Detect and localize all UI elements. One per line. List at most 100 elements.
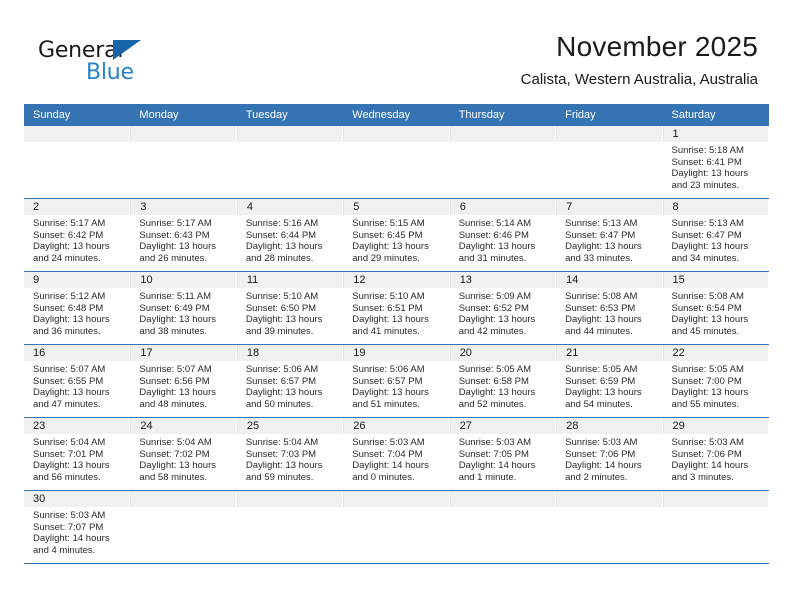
page-subtitle: Calista, Western Australia, Australia	[520, 71, 758, 88]
calendar-day-cell[interactable]: 24 Sunrise: 5:04 AM Sunset: 7:02 PM Dayligh…	[130, 417, 237, 491]
calendar-day-cell[interactable]	[449, 490, 557, 564]
calendar-day-cell[interactable]: 26 Sunrise: 5:03 AM Sunset: 7:04 PM Dayligh…	[343, 417, 450, 491]
calendar-day-cell[interactable]	[236, 490, 344, 564]
weekday-header-wednesday: Wednesday	[343, 104, 450, 126]
day-number: 11	[236, 272, 344, 288]
sunrise-text: Sunrise: 5:15 AM	[352, 218, 425, 229]
sunrise-text: Sunrise: 5:05 AM	[565, 364, 638, 375]
calendar-day-cell[interactable]: 8 Sunrise: 5:13 AM Sunset: 6:47 PM Daylight…	[662, 198, 769, 272]
calendar-day-cell[interactable]: 9 Sunrise: 5:12 AM Sunset: 6:48 PM Daylight…	[24, 271, 131, 345]
day-details: Sunrise: 5:10 AM Sunset: 6:50 PM Daylight:…	[237, 288, 343, 337]
calendar-day-cell[interactable]: 27 Sunrise: 5:03 AM Sunset: 7:05 PM Dayligh…	[449, 417, 557, 491]
calendar-day-cell[interactable]: 30 Sunrise: 5:03 AM Sunset: 7:07 PM Dayligh…	[24, 490, 131, 564]
day-cell-content: 2 Sunrise: 5:17 AM Sunset: 6:42 PM Daylight…	[24, 199, 131, 271]
day-number: 24	[130, 418, 237, 434]
day-number: 28	[556, 418, 663, 434]
daylight-text-line2: and 29 minutes.	[352, 252, 420, 264]
day-details: Sunrise: 5:17 AM Sunset: 6:43 PM Daylight:…	[130, 215, 236, 264]
calendar-day-cell[interactable]: 29 Sunrise: 5:03 AM Sunset: 7:06 PM Dayligh…	[662, 417, 769, 491]
calendar-day-cell[interactable]: 13 Sunrise: 5:09 AM Sunset: 6:52 PM Dayligh…	[449, 271, 557, 345]
day-cell-content	[130, 126, 237, 198]
calendar-day-cell[interactable]: 16 Sunrise: 5:07 AM Sunset: 6:55 PM Dayligh…	[24, 344, 131, 418]
daylight-text-line1: Daylight: 13 hours	[33, 387, 110, 399]
calendar-day-cell[interactable]	[343, 490, 450, 564]
calendar-page: General Blue November 2025 Calista, West…	[0, 0, 792, 612]
logo[interactable]: General Blue	[38, 38, 238, 90]
daylight-text-line2: and 58 minutes.	[139, 471, 208, 483]
calendar-day-cell[interactable]: 10 Sunrise: 5:11 AM Sunset: 6:49 PM Dayligh…	[130, 271, 237, 345]
day-details	[450, 142, 556, 145]
calendar-day-cell[interactable]	[556, 490, 663, 564]
daylight-text-line1: Daylight: 13 hours	[458, 387, 536, 399]
day-cell-content	[236, 126, 344, 198]
calendar-day-cell[interactable]: 5 Sunrise: 5:15 AM Sunset: 6:45 PM Daylight…	[343, 198, 450, 272]
day-details	[130, 507, 236, 510]
day-cell-content: 27 Sunrise: 5:03 AM Sunset: 7:05 PM Dayligh…	[449, 418, 557, 490]
daylight-text-line1: Daylight: 13 hours	[565, 387, 642, 399]
calendar-day-cell[interactable]: 1 Sunrise: 5:18 AM Sunset: 6:41 PM Daylight…	[662, 126, 769, 199]
sunrise-text: Sunrise: 5:18 AM	[671, 145, 744, 156]
daylight-text-line2: and 42 minutes.	[458, 325, 527, 337]
calendar-week-row: 2 Sunrise: 5:17 AM Sunset: 6:42 PM Daylight…	[24, 198, 769, 272]
calendar-day-cell[interactable]: 25 Sunrise: 5:04 AM Sunset: 7:03 PM Dayligh…	[236, 417, 344, 491]
sunrise-text: Sunrise: 5:03 AM	[671, 437, 744, 448]
calendar-day-cell[interactable]: 12 Sunrise: 5:10 AM Sunset: 6:51 PM Dayligh…	[343, 271, 450, 345]
calendar-day-cell[interactable]: 14 Sunrise: 5:08 AM Sunset: 6:53 PM Dayligh…	[556, 271, 663, 345]
day-details	[24, 142, 130, 145]
sunrise-text: Sunrise: 5:10 AM	[245, 291, 319, 302]
day-number: 29	[662, 418, 769, 434]
day-details: Sunrise: 5:14 AM Sunset: 6:46 PM Daylight:…	[450, 215, 556, 264]
day-cell-content: 25 Sunrise: 5:04 AM Sunset: 7:03 PM Dayligh…	[236, 418, 344, 490]
daylight-text-line2: and 28 minutes.	[245, 252, 314, 264]
calendar-day-cell[interactable]: 17 Sunrise: 5:07 AM Sunset: 6:56 PM Dayligh…	[130, 344, 237, 418]
day-number: 4	[236, 199, 344, 215]
calendar-day-cell[interactable]	[130, 126, 237, 199]
calendar-table: Sunday Monday Tuesday Wednesday Thursday…	[24, 104, 769, 564]
daylight-text-line2: and 0 minutes.	[352, 471, 415, 483]
calendar-day-cell[interactable]	[24, 126, 131, 199]
daylight-text-line1: Daylight: 13 hours	[33, 241, 110, 253]
calendar-day-cell[interactable]: 18 Sunrise: 5:06 AM Sunset: 6:57 PM Dayligh…	[236, 344, 344, 418]
day-cell-content: 5 Sunrise: 5:15 AM Sunset: 6:45 PM Daylight…	[343, 199, 450, 271]
weekday-header-monday: Monday	[130, 104, 237, 126]
calendar-day-cell[interactable]: 22 Sunrise: 5:05 AM Sunset: 7:00 PM Dayligh…	[662, 344, 769, 418]
day-cell-content	[130, 491, 237, 563]
day-details: Sunrise: 5:16 AM Sunset: 6:44 PM Daylight:…	[237, 215, 343, 264]
calendar-day-cell[interactable]	[662, 490, 769, 564]
daylight-text-line2: and 2 minutes.	[565, 471, 628, 483]
calendar-day-cell[interactable]: 15 Sunrise: 5:08 AM Sunset: 6:54 PM Dayligh…	[662, 271, 769, 345]
sunset-text: Sunset: 7:04 PM	[352, 448, 423, 460]
calendar-day-cell[interactable]	[236, 126, 344, 199]
daylight-text-line1: Daylight: 13 hours	[565, 314, 642, 326]
calendar-day-cell[interactable]: 11 Sunrise: 5:10 AM Sunset: 6:50 PM Dayligh…	[236, 271, 344, 345]
day-details: Sunrise: 5:08 AM Sunset: 6:54 PM Daylight:…	[663, 288, 769, 337]
weekday-header-sunday: Sunday	[24, 104, 131, 126]
calendar-day-cell[interactable]	[449, 126, 557, 199]
calendar-day-cell[interactable]: 21 Sunrise: 5:05 AM Sunset: 6:59 PM Dayligh…	[556, 344, 663, 418]
calendar-day-cell[interactable]: 19 Sunrise: 5:06 AM Sunset: 6:57 PM Dayligh…	[343, 344, 450, 418]
calendar-day-cell[interactable]: 6 Sunrise: 5:14 AM Sunset: 6:46 PM Daylight…	[449, 198, 557, 272]
calendar-day-cell[interactable]: 2 Sunrise: 5:17 AM Sunset: 6:42 PM Daylight…	[24, 198, 131, 272]
calendar-day-cell[interactable]	[130, 490, 237, 564]
calendar-day-cell[interactable]: 3 Sunrise: 5:17 AM Sunset: 6:43 PM Daylight…	[130, 198, 237, 272]
calendar-day-cell[interactable]: 4 Sunrise: 5:16 AM Sunset: 6:44 PM Daylight…	[236, 198, 344, 272]
daylight-text-line2: and 36 minutes.	[33, 325, 101, 337]
day-details: Sunrise: 5:07 AM Sunset: 6:56 PM Daylight:…	[130, 361, 236, 410]
calendar-day-cell[interactable]: 20 Sunrise: 5:05 AM Sunset: 6:58 PM Dayligh…	[449, 344, 557, 418]
calendar-day-cell[interactable]: 23 Sunrise: 5:04 AM Sunset: 7:01 PM Dayligh…	[24, 417, 131, 491]
calendar-day-cell[interactable]	[343, 126, 450, 199]
day-number	[449, 126, 557, 142]
daylight-text-line1: Daylight: 13 hours	[139, 460, 216, 472]
title-block: November 2025 Calista, Western Australia…	[521, 30, 758, 89]
calendar-day-cell[interactable]: 7 Sunrise: 5:13 AM Sunset: 6:47 PM Daylight…	[556, 198, 663, 272]
calendar-day-cell[interactable]: 28 Sunrise: 5:03 AM Sunset: 7:06 PM Dayligh…	[556, 417, 663, 491]
daylight-text-line2: and 45 minutes.	[671, 325, 740, 337]
calendar-day-cell[interactable]	[556, 126, 663, 199]
day-details: Sunrise: 5:06 AM Sunset: 6:57 PM Daylight:…	[237, 361, 343, 410]
daylight-text-line1: Daylight: 13 hours	[671, 168, 749, 180]
day-details: Sunrise: 5:12 AM Sunset: 6:48 PM Daylight:…	[24, 288, 130, 337]
sunrise-text: Sunrise: 5:04 AM	[33, 437, 106, 448]
calendar-week-row: 30 Sunrise: 5:03 AM Sunset: 7:07 PM Dayligh…	[24, 490, 769, 564]
sunset-text: Sunset: 6:52 PM	[458, 302, 529, 314]
daylight-text-line1: Daylight: 14 hours	[671, 460, 749, 472]
